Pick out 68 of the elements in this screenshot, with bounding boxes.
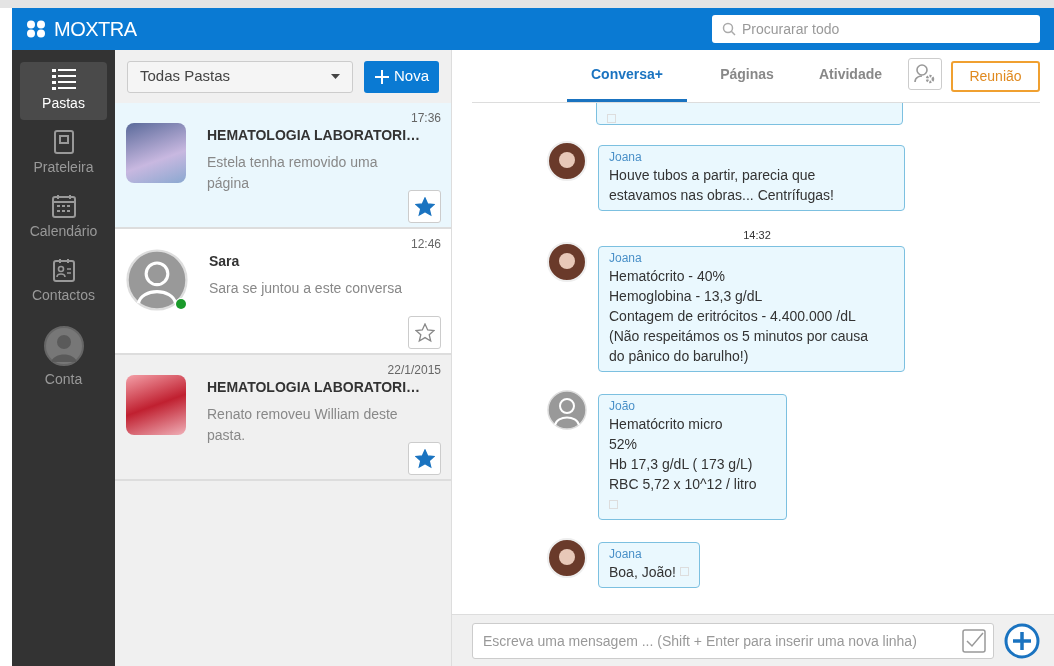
sidebar-item[interactable]: Contactos	[20, 252, 107, 312]
folder-preview: Estela tenha removido uma página	[207, 153, 379, 193]
user-gear-icon	[913, 62, 937, 86]
avatar	[547, 389, 587, 430]
logo-icon	[26, 20, 48, 38]
message-line: Hematócrito micro	[609, 414, 724, 434]
search-icon	[722, 22, 736, 36]
photo-placeholder	[126, 375, 186, 435]
list-icon	[51, 68, 76, 90]
folder-item[interactable]: HEMATOLOGIA LABORATORI… Estela tenha removido uma página 17:36	[115, 103, 451, 229]
timestamp: 14:32	[742, 228, 772, 243]
message-line: Contagem de eritrócitos - 4.400.000 /dL	[609, 306, 857, 326]
sender-name: Joana	[609, 545, 643, 562]
photo-placeholder	[547, 537, 587, 578]
plus-icon	[373, 68, 390, 85]
sidebar-item[interactable]: Conta	[20, 316, 107, 396]
message-line: Hematócrito - 40%	[609, 266, 726, 286]
new-button[interactable]: Nova	[363, 60, 439, 93]
add-icon[interactable]	[1004, 622, 1040, 659]
photo-placeholder	[547, 241, 587, 282]
message-line: Boa, João!	[609, 562, 676, 582]
tab[interactable]: Páginas	[687, 50, 807, 102]
folder-time: 22/1/2015	[387, 362, 441, 379]
message-line: Hemoglobina - 13,3 g/dL	[609, 286, 764, 306]
avatar	[126, 249, 188, 311]
folder-title: Sara	[209, 252, 241, 271]
message-line: RBC 5,72 x 10^12 / litro	[609, 474, 758, 494]
folder-title: HEMATOLOGIA LABORATORI…	[207, 126, 421, 145]
folder-preview: Sara se juntou a este conversa	[209, 279, 403, 298]
contact-card-icon	[51, 258, 76, 282]
folder-item[interactable]: HEMATOLOGIA LABORATORI… Renato removeu William deste pasta. 22/1/2015	[115, 355, 451, 481]
box-icon	[52, 130, 75, 154]
folder-time: 12:46	[410, 236, 441, 253]
message-line: Houve tubos a partir, parecia que	[609, 166, 817, 185]
caret-icon	[330, 74, 340, 79]
photo-placeholder	[126, 123, 186, 183]
calendar-icon	[51, 194, 76, 218]
sender-name: João	[609, 397, 637, 414]
photo-placeholder	[547, 141, 587, 181]
star-icon	[414, 196, 435, 217]
message-line: Hb 17,3 g/dL ( 173 g/L)	[609, 454, 754, 474]
sidebar-item[interactable]: Calendário	[20, 188, 107, 248]
message-line: (Não respeitámos os 5 minutos por causa	[609, 326, 870, 346]
settings-button[interactable]	[908, 58, 942, 90]
message-input[interactable]: Escreva uma mensagem ... (Shift + Enter para inserir uma nova linha)	[472, 622, 994, 659]
checkbox-icon[interactable]	[962, 628, 986, 653]
sidebar-item[interactable]: Prateleira	[20, 124, 107, 184]
star-button[interactable]	[408, 442, 441, 475]
folder-item[interactable]: Sara Sara se juntou a este conversa 12:46	[115, 229, 451, 355]
tab[interactable]: Atividade	[807, 50, 894, 102]
folder-time: 17:36	[410, 110, 441, 127]
message-line: do pânico do barulho!)	[609, 346, 750, 366]
sender-name: Joana	[609, 149, 643, 165]
message-line: estavamos nas obras... Centrífugas!	[609, 186, 835, 205]
avatar	[43, 326, 84, 366]
folder-title: HEMATOLOGIA LABORATORI…	[207, 378, 421, 397]
sender-name: Joana	[609, 249, 643, 266]
logo-text: MOXTRA	[54, 17, 137, 42]
folder-preview: Renato removeu William deste pasta.	[207, 405, 399, 445]
message-line: 52%	[609, 434, 639, 454]
star-icon	[414, 448, 435, 469]
star-button[interactable]	[408, 190, 441, 223]
folder-filter-dropdown[interactable]: Todas Pastas	[127, 60, 353, 93]
star-button[interactable]	[408, 316, 441, 349]
sidebar-item[interactable]: Pastas	[20, 62, 107, 120]
star-icon	[414, 322, 435, 343]
meeting-button[interactable]: Reunião	[951, 61, 1040, 92]
search-field[interactable]: Procurarar todo	[712, 15, 1040, 43]
